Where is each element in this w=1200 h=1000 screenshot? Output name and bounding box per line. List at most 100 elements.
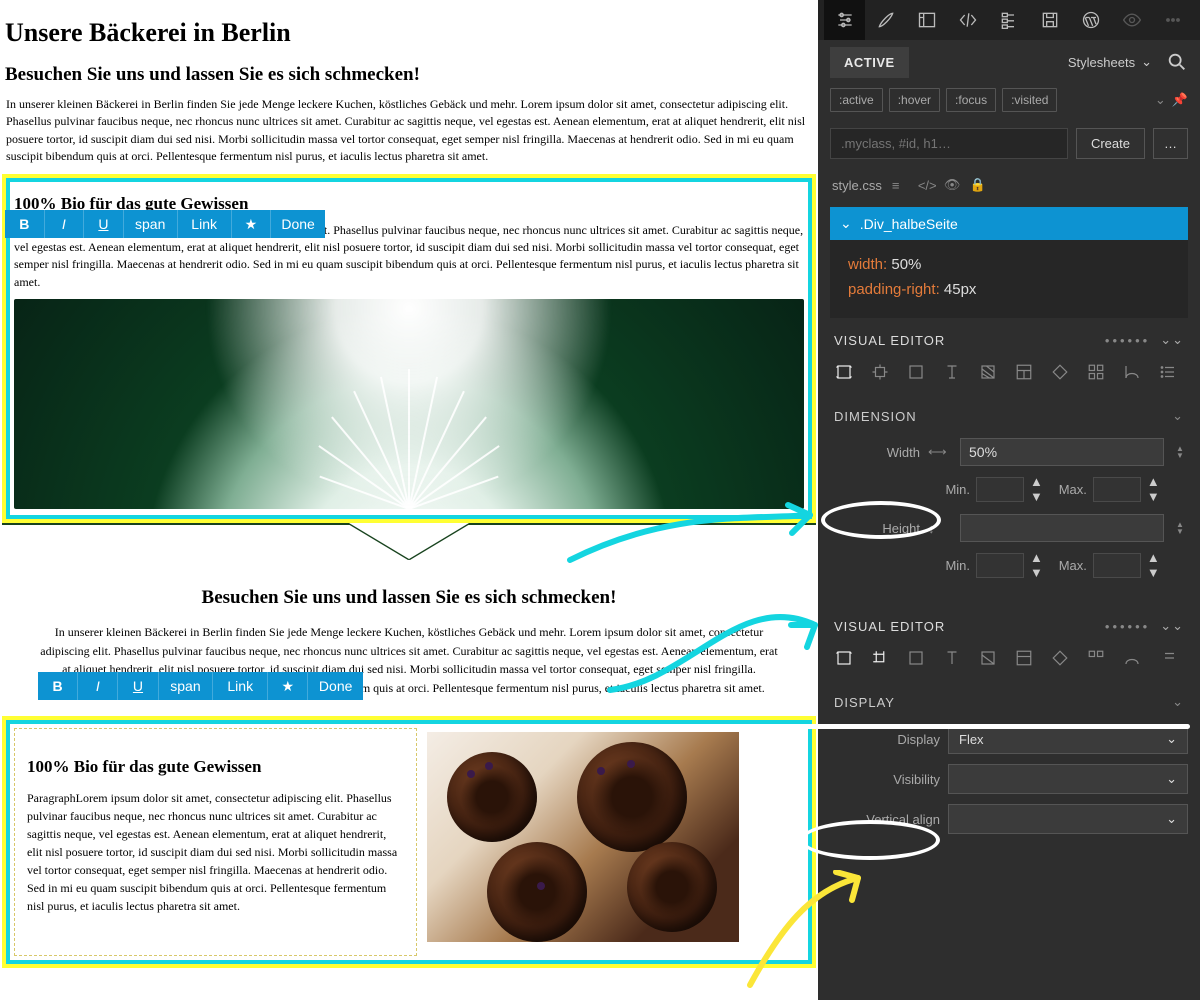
selector-input[interactable]: [830, 128, 1068, 159]
layout-tab-icon-2[interactable]: [1008, 644, 1040, 672]
stylesheets-dropdown[interactable]: Stylesheets ⌄: [1068, 54, 1152, 70]
effects-tab-icon[interactable]: [1116, 358, 1148, 386]
list-tab-icon[interactable]: [1152, 358, 1184, 386]
pin-icon[interactable]: 📌: [1172, 92, 1188, 108]
typography-tab-icon-2[interactable]: [936, 644, 968, 672]
muffins-image: [427, 732, 739, 942]
background-tab-icon[interactable]: [972, 358, 1004, 386]
height-input[interactable]: [960, 514, 1164, 542]
rte-done-button-2[interactable]: Done: [308, 672, 363, 700]
rte-underline-button-2[interactable]: U: [118, 672, 158, 700]
pseudo-hover[interactable]: :hover: [889, 88, 940, 112]
width-max-input[interactable]: [1093, 477, 1141, 502]
height-max-input[interactable]: [1093, 553, 1141, 578]
more-icon[interactable]: [1153, 0, 1194, 40]
brush-icon[interactable]: [865, 0, 906, 40]
display-section-header[interactable]: DISPLAY ⌄: [818, 682, 1200, 720]
selector-tab-row: ACTIVE Stylesheets ⌄: [818, 40, 1200, 84]
create-button[interactable]: Create: [1076, 128, 1145, 159]
ve-category-row-2: [818, 644, 1200, 682]
pseudo-focus[interactable]: :focus: [946, 88, 996, 112]
rte-star-button[interactable]: ★: [232, 210, 272, 238]
html-icon[interactable]: [947, 0, 988, 40]
rte-underline-button[interactable]: U: [84, 210, 124, 238]
search-icon[interactable]: [1166, 51, 1188, 73]
more-button[interactable]: …: [1153, 128, 1188, 159]
chevron-down-icon[interactable]: ⌄: [1155, 92, 1166, 108]
centered-heading: Besuchen Sie uns und lassen Sie es sich …: [40, 587, 778, 609]
visual-editor-title: VISUAL EDITOR •••••• ⌄⌄: [818, 318, 1200, 358]
selector-header[interactable]: ⌄ .Div_halbeSeite: [830, 207, 1188, 240]
rte-italic-button[interactable]: I: [45, 210, 85, 238]
css-property-row[interactable]: padding-right: 45px: [848, 277, 1170, 302]
wordpress-icon[interactable]: [1071, 0, 1112, 40]
rte-bold-button-2[interactable]: B: [38, 672, 78, 700]
background-tab-icon-2[interactable]: [972, 644, 1004, 672]
spinner-icon[interactable]: ▲▼: [1172, 521, 1188, 535]
list-tab-icon-2[interactable]: [1152, 644, 1184, 672]
display-tab-icon[interactable]: [864, 644, 896, 672]
selected-flex-block[interactable]: 100% Bio für das gute Gewissen Paragraph…: [2, 716, 816, 968]
chevron-down-icon: ⌄: [1172, 694, 1184, 710]
ve-category-row-1: [818, 358, 1200, 396]
collapse-all-icon[interactable]: ⌄⌄: [1160, 618, 1184, 634]
eye-icon[interactable]: [1112, 0, 1153, 40]
rte-toolbar-2: B I U span Link ★ Done: [38, 672, 363, 700]
rte-done-button[interactable]: Done: [271, 210, 325, 238]
spinner-icon[interactable]: ▲▼: [1172, 445, 1188, 459]
css-property-row[interactable]: width: 50%: [848, 252, 1170, 277]
transform-tab-icon[interactable]: [1044, 358, 1076, 386]
rte-bold-button[interactable]: B: [5, 210, 45, 238]
file-name[interactable]: style.css: [832, 178, 882, 193]
pseudo-visited[interactable]: :visited: [1002, 88, 1057, 112]
grid-tab-icon-2[interactable]: [1080, 644, 1112, 672]
box-tab-icon[interactable]: [900, 358, 932, 386]
box-tab-icon-2[interactable]: [900, 644, 932, 672]
valign-dropdown[interactable]: ⌄: [948, 804, 1188, 834]
layout-tab-icon[interactable]: [1008, 358, 1040, 386]
visibility-label: Visibility: [830, 772, 940, 787]
dimension-section-header[interactable]: DIMENSION ⌄: [818, 396, 1200, 434]
active-tab[interactable]: ACTIVE: [830, 47, 909, 78]
width-input[interactable]: [960, 438, 1164, 466]
tree-icon[interactable]: [988, 0, 1029, 40]
lock-icon[interactable]: 🔒: [970, 177, 986, 193]
transform-tab-icon-2[interactable]: [1044, 644, 1076, 672]
rte-span-button-2[interactable]: span: [159, 672, 214, 700]
annotation-white-line: [800, 724, 1190, 729]
position-tab-icon[interactable]: [864, 358, 896, 386]
typography-tab-icon[interactable]: [936, 358, 968, 386]
drag-handle-icon[interactable]: ••••••: [1105, 333, 1150, 348]
collapse-all-icon[interactable]: ⌄⌄: [1160, 332, 1184, 348]
rte-span-button[interactable]: span: [124, 210, 178, 238]
lines-icon[interactable]: ≡: [892, 178, 908, 193]
stylesheets-label: Stylesheets: [1068, 55, 1135, 70]
dimension-tab-icon[interactable]: [828, 358, 860, 386]
settings-icon[interactable]: [824, 0, 865, 40]
grid-tab-icon[interactable]: [1080, 358, 1112, 386]
intro-paragraph: In unserer kleinen Bäckerei in Berlin fi…: [6, 96, 812, 166]
code-icon[interactable]: </>: [918, 178, 934, 193]
spinner-icon[interactable]: ▲▼: [1147, 550, 1160, 580]
spinner-icon[interactable]: ▲▼: [1147, 474, 1160, 504]
width-min-input[interactable]: [976, 477, 1024, 502]
height-min-input[interactable]: [976, 553, 1024, 578]
code-panel-icon[interactable]: [906, 0, 947, 40]
flex-column-right: [427, 728, 804, 956]
spinner-icon[interactable]: ▲▼: [1030, 550, 1043, 580]
rte-link-button-2[interactable]: Link: [213, 672, 268, 700]
save-icon[interactable]: [1030, 0, 1071, 40]
spinner-icon[interactable]: ▲▼: [1030, 474, 1043, 504]
eye-off-icon[interactable]: 👁: [944, 177, 960, 193]
rte-italic-button-2[interactable]: I: [78, 672, 118, 700]
effects-tab-icon-2[interactable]: [1116, 644, 1148, 672]
visual-editor-title-2: VISUAL EDITOR •••••• ⌄⌄: [818, 604, 1200, 644]
rte-star-button-2[interactable]: ★: [268, 672, 308, 700]
dimension-tab-icon-2[interactable]: [828, 644, 860, 672]
pseudo-active[interactable]: :active: [830, 88, 883, 112]
visibility-dropdown[interactable]: ⌄: [948, 764, 1188, 794]
rte-link-button[interactable]: Link: [178, 210, 232, 238]
height-minmax-row: Min. ▲▼ Max. ▲▼: [818, 548, 1200, 586]
drag-handle-icon[interactable]: ••••••: [1105, 619, 1150, 634]
min-label-2: Min.: [930, 558, 970, 573]
